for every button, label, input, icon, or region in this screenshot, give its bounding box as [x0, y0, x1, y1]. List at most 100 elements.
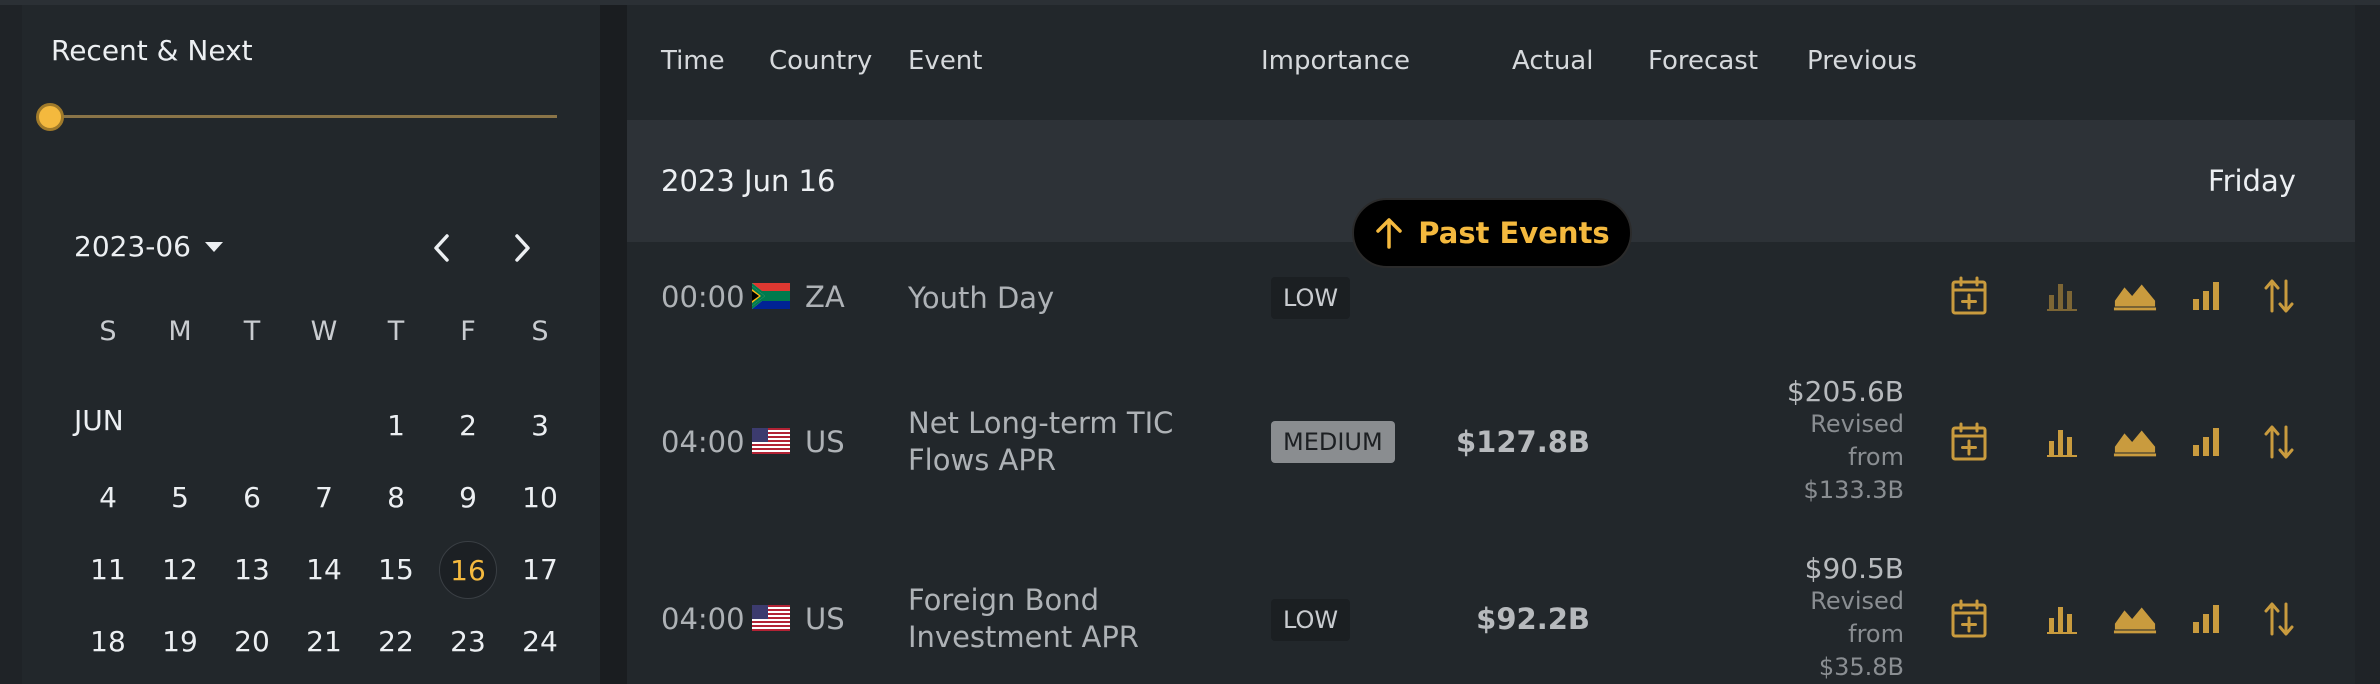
signal-bars-button[interactable]: [2185, 597, 2229, 641]
column-header-importance[interactable]: Importance: [1261, 46, 1410, 76]
month-dropdown[interactable]: 2023-06: [74, 230, 223, 263]
weekday-header: T: [387, 316, 405, 347]
next-month-button[interactable]: [502, 228, 542, 268]
area-chart-button[interactable]: [2113, 420, 2157, 464]
calendar-add-button[interactable]: [1947, 597, 1991, 641]
column-header-event[interactable]: Event: [908, 46, 982, 76]
calendar-day[interactable]: 19: [151, 613, 209, 671]
importance-badge: LOW: [1271, 277, 1351, 319]
revised-value: $133.3B: [1803, 476, 1904, 504]
row-actual: $127.8B: [1455, 425, 1590, 459]
calendar-day[interactable]: 21: [295, 613, 353, 671]
calendar-add-icon: [1951, 276, 1987, 315]
row-country: US: [805, 602, 845, 636]
prev-month-button[interactable]: [422, 228, 462, 268]
area-chart-icon: [2113, 430, 2157, 457]
row-event[interactable]: Net Long-term TIC Flows APR: [908, 405, 1248, 479]
importance-badge: LOW: [1271, 599, 1351, 641]
row-event[interactable]: Youth Day: [908, 280, 1248, 317]
calendar-day[interactable]: 10: [511, 469, 569, 527]
calendar-day[interactable]: 5: [151, 469, 209, 527]
calendar-add-button[interactable]: [1947, 274, 1991, 318]
calendar-day[interactable]: 6: [223, 469, 281, 527]
events-table: [627, 5, 2355, 684]
calendar-day[interactable]: 13: [223, 541, 281, 599]
sort-arrows-button[interactable]: [2257, 597, 2301, 641]
importance-badge: MEDIUM: [1271, 421, 1395, 463]
calendar-day[interactable]: 24: [511, 613, 569, 671]
calendar-day[interactable]: 9: [439, 469, 497, 527]
calendar-day[interactable]: 4: [79, 469, 137, 527]
calendar-day[interactable]: 15: [367, 541, 425, 599]
signal-bars-icon: [2193, 428, 2219, 456]
calendar-day[interactable]: 1: [367, 397, 425, 455]
area-chart-button[interactable]: [2113, 274, 2157, 318]
calendar-day-selected[interactable]: 16: [439, 541, 497, 599]
calendar-day[interactable]: 20: [223, 613, 281, 671]
weekday-header: W: [310, 316, 338, 347]
column-header-actual[interactable]: Actual: [1512, 46, 1593, 76]
revised-from-label: from: [1848, 620, 1904, 648]
signal-bars-icon: [2193, 605, 2219, 633]
calendar-day[interactable]: 22: [367, 613, 425, 671]
bar-chart-icon: [2047, 430, 2077, 457]
bar-chart-icon: [2047, 607, 2077, 634]
past-events-button[interactable]: Past Events: [1352, 198, 1632, 268]
column-header-forecast[interactable]: Forecast: [1648, 46, 1758, 76]
calendar-day[interactable]: 18: [79, 613, 137, 671]
sidebar-title: Recent & Next: [51, 34, 253, 67]
us-flag-icon: [752, 605, 790, 631]
calendar-day[interactable]: 14: [295, 541, 353, 599]
chevron-right-icon: [515, 234, 530, 262]
calendar-day[interactable]: 3: [511, 397, 569, 455]
weekday-header: T: [243, 316, 261, 347]
weekday-header: F: [460, 316, 476, 347]
range-slider-handle[interactable]: [36, 103, 64, 131]
row-previous: $90.5B Revised from $35.8B: [1700, 552, 1904, 684]
signal-bars-icon: [2193, 282, 2219, 310]
calendar-day[interactable]: 12: [151, 541, 209, 599]
calendar-add-button[interactable]: [1947, 420, 1991, 464]
month-label: JUN: [74, 404, 124, 437]
row-actual: $92.2B: [1476, 602, 1590, 636]
calendar-day[interactable]: 11: [79, 541, 137, 599]
weekday-header: M: [168, 316, 192, 347]
sort-arrows-button[interactable]: [2257, 420, 2301, 464]
month-dropdown-label: 2023-06: [74, 230, 191, 263]
signal-bars-button[interactable]: [2185, 420, 2229, 464]
bar-chart-icon: [2047, 284, 2077, 311]
revised-from-label: from: [1848, 443, 1904, 471]
sort-arrows-icon: [2264, 425, 2294, 459]
sort-arrows-button[interactable]: [2257, 274, 2301, 318]
calendar-add-icon: [1951, 422, 1987, 461]
row-time: 04:00: [661, 425, 745, 459]
bar-chart-button[interactable]: [2041, 597, 2085, 641]
column-header-country[interactable]: Country: [769, 46, 872, 76]
revised-label: Revised: [1810, 410, 1904, 438]
row-time: 00:00: [661, 280, 745, 314]
area-chart-icon: [2113, 607, 2157, 634]
za-flag-icon: [752, 283, 790, 309]
calendar-day[interactable]: 7: [295, 469, 353, 527]
column-header-previous[interactable]: Previous: [1807, 46, 1917, 76]
past-events-label: Past Events: [1418, 216, 1610, 250]
bar-chart-button[interactable]: [2041, 274, 2085, 318]
calendar-day[interactable]: 17: [511, 541, 569, 599]
panel-divider: [600, 5, 627, 684]
sort-arrows-icon: [2264, 279, 2294, 313]
calendar-day[interactable]: 2: [439, 397, 497, 455]
signal-bars-button[interactable]: [2185, 274, 2229, 318]
revised-label: Revised: [1810, 587, 1904, 615]
range-slider-track[interactable]: [47, 115, 557, 118]
column-header-time[interactable]: Time: [661, 46, 725, 76]
area-chart-icon: [2113, 284, 2157, 311]
row-event[interactable]: Foreign Bond Investment APR: [908, 582, 1248, 656]
weekday-header: S: [99, 316, 117, 347]
calendar-add-icon: [1951, 599, 1987, 638]
calendar-day[interactable]: 23: [439, 613, 497, 671]
date-group-weekday: Friday: [2208, 164, 2296, 198]
previous-value: $205.6B: [1786, 375, 1904, 408]
bar-chart-button[interactable]: [2041, 420, 2085, 464]
calendar-day[interactable]: 8: [367, 469, 425, 527]
area-chart-button[interactable]: [2113, 597, 2157, 641]
